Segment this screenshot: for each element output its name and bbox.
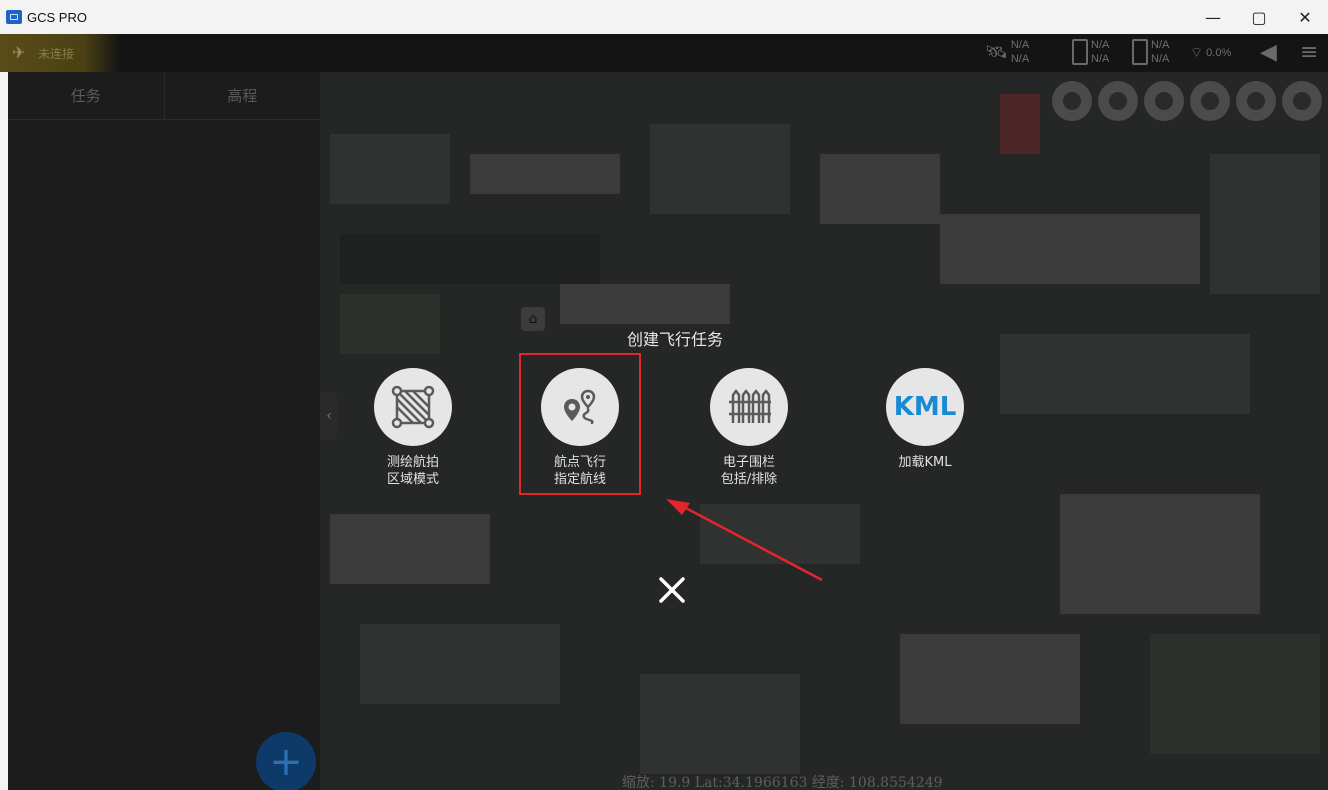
window-titlebar: GCS PRO — ▢ ✕ [0,0,1328,34]
connection-status[interactable]: ✈ 未连接 [0,34,120,72]
locate-icon [1247,92,1265,110]
map-action-parachute-button[interactable] [1144,81,1184,121]
signal-status: ⌔ 0.0% [1190,44,1231,62]
option-load-kml[interactable]: KML 加载KML [860,368,990,471]
hamburger-menu-icon: ≡ [1300,40,1319,65]
drone-link-icon: ✈ [12,43,26,62]
option-label-line1: 加载KML [898,455,952,470]
option-label-line2: 区域模式 [386,472,439,487]
map-road [340,234,600,284]
battery2-status: N/A N/A [1132,38,1169,66]
map-action-cloud-button[interactable] [1098,81,1138,121]
battery1-values: N/A N/A [1091,38,1109,66]
map-building [330,514,490,584]
signal-percent: 0.0% [1206,47,1232,59]
map-trees [340,294,440,354]
map-building [1210,154,1320,294]
layers-icon [1293,92,1311,110]
battery-icon [1132,39,1148,65]
option-label-line1: 电子围栏 [722,455,775,470]
tab-elevation[interactable]: 高程 [165,72,321,119]
battery-icon [1072,39,1088,65]
map-trees [1150,634,1320,754]
connection-status-label: 未连接 [38,46,75,61]
highlight-box [519,353,641,495]
close-dialog-button[interactable] [652,570,692,610]
close-icon [659,577,685,603]
survey-grid-icon [374,368,452,446]
map-building [900,634,1080,724]
kml-icon-text: KML [893,392,957,422]
option-label: 加载KML [860,454,990,471]
gps-status: 🛰 N/A N/A [985,38,1029,66]
status-bar: ✈ 未连接 🛰 N/A N/A N/A N/A N/A N/A ⌔ 0.0% ◀… [0,34,1328,72]
option-label: 电子围栏 包括/排除 [684,454,814,488]
grid-icon [1063,92,1081,110]
fence-icon [710,368,788,446]
map-building [820,154,940,224]
app-logo-icon [6,10,22,24]
speaker-icon: ◀ [1260,40,1277,65]
gps-value-a: N/A [1010,39,1030,51]
option-survey-mode[interactable]: 测绘航拍 区域模式 [348,368,478,488]
battery2-value-b: N/A [1151,53,1170,65]
option-label-line2: 包括/排除 [720,472,778,487]
collapse-panel-handle[interactable]: ‹ [320,392,338,440]
map-action-locate-button[interactable] [1236,81,1276,121]
panel-edge [0,72,8,790]
tab-mission[interactable]: 任务 [8,72,165,119]
map-building [360,624,560,704]
signal-icon: ⌔ [1190,45,1204,61]
satellite-icon: 🛰 [985,41,1008,63]
map-building [650,124,790,214]
chevron-left-icon: ‹ [326,408,332,424]
map-roof [1000,94,1040,154]
coordinates-readout: 缩放: 19.9 Lat:34.1966163 经度: 108.8554249 [622,775,943,790]
alert-button[interactable]: ◀ [1260,40,1277,65]
timer-icon [1201,92,1219,110]
battery2-value-a: N/A [1151,39,1170,51]
menu-button[interactable]: ≡ [1300,40,1318,65]
gcs-app: GCS PRO — ▢ ✕ ✈ 未连接 🛰 N/A N/A N/A N/A N/… [0,0,1328,790]
battery1-status: N/A N/A [1072,38,1109,66]
minimize-button[interactable]: — [1190,0,1236,34]
close-window-button[interactable]: ✕ [1282,0,1328,34]
home-marker-icon[interactable]: ⌂ [521,307,545,331]
map-building [1000,334,1250,414]
map-building [560,284,730,324]
gps-values: N/A N/A [1011,38,1029,66]
add-mission-button[interactable]: + [256,732,316,790]
map-action-grid-button[interactable] [1052,81,1092,121]
map-building [700,504,860,564]
battery1-value-b: N/A [1091,53,1110,65]
option-geofence[interactable]: 电子围栏 包括/排除 [684,368,814,488]
dialog-title: 创建飞行任务 [626,330,723,349]
mission-panel: 任务 高程 + [0,72,320,790]
map-building [470,154,620,194]
map-building [940,214,1200,284]
battery1-value-a: N/A [1091,39,1110,51]
option-label: 测绘航拍 区域模式 [348,454,478,488]
gps-value-b: N/A [1010,53,1030,65]
window-controls: — ▢ ✕ [1190,0,1328,34]
cloud-icon [1109,92,1127,110]
map-action-timer-button[interactable] [1190,81,1230,121]
map-building [640,674,800,774]
kml-icon: KML [886,368,964,446]
restore-button[interactable]: ▢ [1236,0,1282,34]
parachute-icon [1155,92,1173,110]
panel-tabs: 任务 高程 [8,72,320,120]
map-action-layers-button[interactable] [1282,81,1322,121]
option-label-line1: 测绘航拍 [386,455,439,470]
window-title: GCS PRO [27,9,87,25]
map-building [330,134,450,204]
battery2-values: N/A N/A [1151,38,1169,66]
map-building [1060,494,1260,614]
